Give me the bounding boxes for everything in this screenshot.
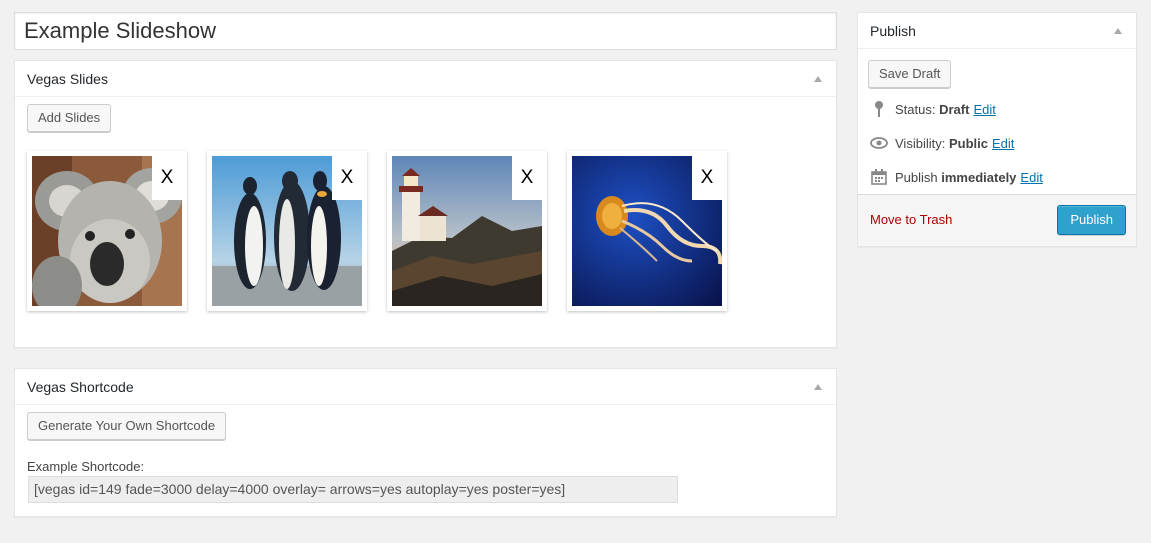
vegas-slides-box: Vegas Slides Add Slides X X X X: [14, 60, 837, 348]
publish-button[interactable]: Publish: [1057, 205, 1126, 235]
slide-item: X: [207, 151, 367, 311]
vegas-shortcode-title: Vegas Shortcode: [27, 378, 134, 395]
remove-slide-button[interactable]: X: [332, 156, 362, 200]
major-publishing-actions: Move to Trash Publish: [858, 194, 1136, 246]
calendar-icon: [870, 168, 888, 186]
example-shortcode-field[interactable]: [vegas id=149 fade=3000 delay=4000 overl…: [28, 476, 678, 503]
status-row: Status: Draft Edit: [870, 100, 996, 118]
vegas-slides-title: Vegas Slides: [27, 70, 108, 87]
add-slides-button[interactable]: Add Slides: [27, 104, 112, 132]
edit-visibility-link[interactable]: Edit: [992, 136, 1014, 151]
slide-item: X: [27, 151, 187, 311]
status-value: Draft: [939, 101, 970, 117]
post-editor: Vegas Slides Add Slides: [0, 0, 1151, 543]
schedule-label: Publish: [895, 169, 938, 185]
example-shortcode-label: Example Shortcode:: [27, 459, 145, 474]
post-title-input[interactable]: [14, 12, 837, 50]
publish-header: Publish: [858, 13, 1136, 49]
collapse-toggle-icon[interactable]: [1114, 28, 1122, 34]
generate-shortcode-button[interactable]: Generate Your Own Shortcode: [27, 412, 227, 440]
edit-schedule-link[interactable]: Edit: [1020, 170, 1042, 185]
status-label: Status:: [895, 101, 936, 117]
visibility-label: Visibility:: [895, 135, 946, 151]
vegas-slides-header: Vegas Slides: [15, 61, 836, 97]
slide-item: X: [567, 151, 727, 311]
publish-box: Publish Save Draft Status: Draft Edit Vi…: [857, 12, 1137, 247]
slides-list: X X X X: [27, 151, 727, 311]
eye-icon: [870, 134, 888, 152]
vegas-shortcode-header: Vegas Shortcode: [15, 369, 836, 405]
schedule-row: Publish immediately Edit: [870, 168, 1043, 186]
save-draft-button[interactable]: Save Draft: [868, 60, 952, 88]
collapse-toggle-icon[interactable]: [814, 384, 822, 390]
remove-slide-button[interactable]: X: [692, 156, 722, 200]
visibility-row: Visibility: Public Edit: [870, 134, 1014, 152]
remove-slide-button[interactable]: X: [152, 156, 182, 200]
schedule-value: immediately: [941, 169, 1017, 185]
slide-item: X: [387, 151, 547, 311]
visibility-value: Public: [948, 135, 988, 151]
vegas-shortcode-box: Vegas Shortcode Generate Your Own Shortc…: [14, 368, 837, 517]
move-to-trash-link[interactable]: Move to Trash: [870, 212, 952, 227]
remove-slide-button[interactable]: X: [512, 156, 542, 200]
pin-icon: [870, 100, 888, 118]
publish-title: Publish: [870, 22, 916, 39]
collapse-toggle-icon[interactable]: [814, 76, 822, 82]
edit-status-link[interactable]: Edit: [973, 102, 995, 117]
